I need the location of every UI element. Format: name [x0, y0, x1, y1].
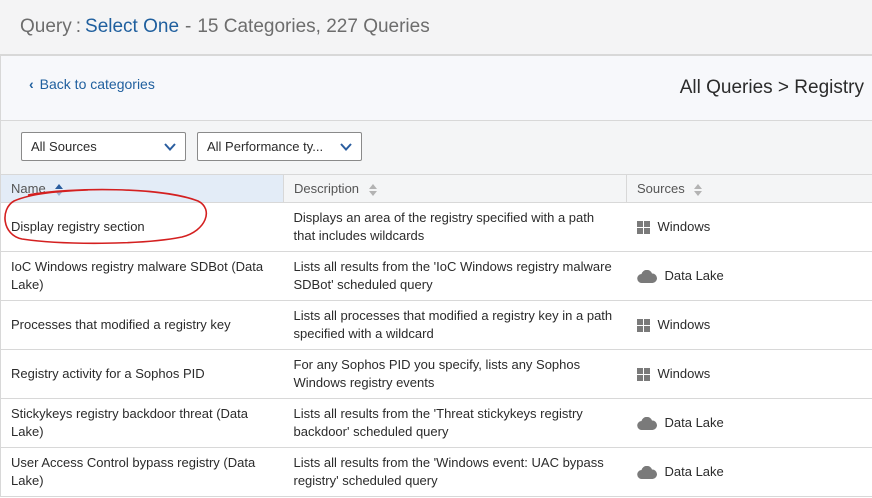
query-source-cell: Windows [626, 202, 872, 252]
performance-filter-value: All Performance ty... [207, 139, 324, 154]
sort-icon [368, 183, 377, 196]
query-description-cell: Lists all results from the 'Threat stick… [283, 398, 627, 448]
query-description-cell: Displays an area of the registry specifi… [283, 202, 627, 252]
table-row[interactable]: Registry activity for a Sophos PID For a… [0, 349, 872, 399]
filter-bar: All Sources All Performance ty... [0, 121, 872, 174]
chevron-down-icon [340, 143, 352, 151]
table-row[interactable]: Display registry section Displays an are… [0, 202, 872, 252]
table-header-row: Name Description Sources [0, 174, 872, 203]
performance-filter-select[interactable]: All Performance ty... [197, 132, 362, 161]
query-description-cell: For any Sophos PID you specify, lists an… [283, 349, 627, 399]
query-name-cell[interactable]: Stickykeys registry backdoor threat (Dat… [0, 398, 284, 448]
navigation-bar: ‹ Back to categories All Queries > Regis… [0, 55, 872, 121]
table-row[interactable]: Stickykeys registry backdoor threat (Dat… [0, 398, 872, 448]
query-source-cell: Data Lake [626, 251, 872, 301]
windows-icon [636, 318, 650, 332]
query-source-cell: Windows [626, 349, 872, 399]
source-label: Data Lake [664, 268, 724, 283]
source-label: Windows [657, 317, 711, 332]
queries-table: Name Description Sources Display registr… [0, 174, 872, 497]
query-name-cell[interactable]: Processes that modified a registry key [0, 300, 284, 350]
column-header-description[interactable]: Description [283, 174, 627, 203]
query-description-cell: Lists all results from the 'IoC Windows … [283, 251, 627, 301]
query-description-cell: Lists all results from the 'Windows even… [283, 447, 627, 497]
query-source-cell: Data Lake [626, 447, 872, 497]
windows-icon [636, 367, 650, 381]
back-to-categories-link[interactable]: ‹ Back to categories [29, 76, 155, 92]
header-dash: - [185, 16, 192, 37]
select-one-link[interactable]: Select One [85, 16, 179, 38]
query-name-cell[interactable]: User Access Control bypass registry (Dat… [0, 447, 284, 497]
column-header-name[interactable]: Name [0, 174, 284, 203]
table-row[interactable]: IoC Windows registry malware SDBot (Data… [0, 251, 872, 301]
table-row[interactable]: Processes that modified a registry key L… [0, 300, 872, 350]
cloud-icon [636, 416, 657, 430]
sources-filter-value: All Sources [31, 139, 97, 154]
query-name-cell[interactable]: Registry activity for a Sophos PID [0, 349, 284, 399]
source-label: Data Lake [664, 415, 724, 430]
windows-icon [636, 220, 650, 234]
query-name-cell[interactable]: Display registry section [0, 202, 284, 252]
query-source-cell: Data Lake [626, 398, 872, 448]
chevron-left-icon: ‹ [29, 76, 34, 92]
table-row[interactable]: User Access Control bypass registry (Dat… [0, 447, 872, 497]
source-label: Windows [657, 366, 711, 381]
header-label: Query [20, 16, 72, 37]
back-link-label: Back to categories [39, 76, 155, 92]
sources-filter-select[interactable]: All Sources [21, 132, 186, 161]
breadcrumb: All Queries > Registry [679, 77, 864, 98]
cloud-icon [636, 269, 657, 283]
source-label: Data Lake [664, 464, 724, 479]
query-name-cell[interactable]: IoC Windows registry malware SDBot (Data… [0, 251, 284, 301]
header-separator: : [75, 16, 82, 37]
cloud-icon [636, 465, 657, 479]
column-header-sources[interactable]: Sources [626, 174, 872, 203]
sort-icon [694, 183, 703, 196]
header-summary: 15 Categories, 227 Queries [197, 16, 430, 37]
query-description-cell: Lists all processes that modified a regi… [283, 300, 627, 350]
chevron-down-icon [164, 143, 176, 151]
query-source-cell: Windows [626, 300, 872, 350]
page-header: Query : Select One - 15 Categories, 227 … [0, 0, 872, 55]
source-label: Windows [657, 219, 711, 234]
sort-ascending-icon [55, 183, 64, 196]
